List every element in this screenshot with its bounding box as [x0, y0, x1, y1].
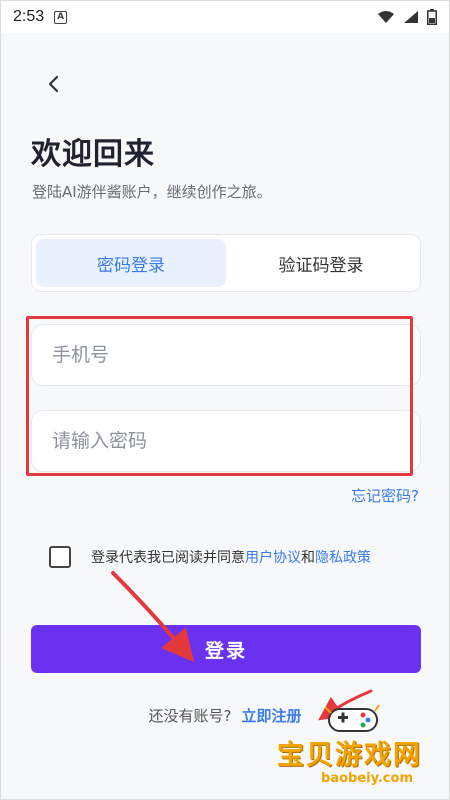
notification-icon: A	[54, 10, 68, 24]
register-link[interactable]: 立即注册	[241, 707, 301, 725]
login-tabs: 密码登录 验证码登录	[31, 234, 421, 292]
privacy-policy-link[interactable]: 隐私政策	[315, 550, 371, 566]
phone-screen: 2:53 A 欢迎回来 登陆AI游伴酱账户，继续创作之旅。 密码登录 验证码登录	[0, 0, 450, 800]
phone-field	[31, 324, 421, 386]
page-subtitle: 登陆AI游伴酱账户，继续创作之旅。	[32, 183, 272, 201]
login-button[interactable]: 登录	[31, 625, 421, 673]
agreement-text: 登录代表我已阅读并同意用户协议和隐私政策	[91, 547, 371, 567]
page-title: 欢迎回来	[31, 137, 155, 172]
password-input[interactable]	[52, 430, 400, 452]
status-bar: 2:53 A	[1, 1, 449, 33]
forgot-password-link[interactable]: 忘记密码?	[351, 485, 419, 506]
wifi-icon	[378, 11, 394, 23]
agreement-checkbox[interactable]	[49, 546, 71, 568]
agreement-prefix: 登录代表我已阅读并同意	[91, 550, 245, 566]
agreement-and: 和	[301, 550, 315, 566]
register-row: 还没有账号? 立即注册	[1, 705, 449, 726]
status-time: 2:53	[13, 8, 45, 25]
agreement-row: 登录代表我已阅读并同意用户协议和隐私政策	[49, 546, 371, 568]
user-agreement-link[interactable]: 用户协议	[245, 550, 301, 566]
tab-code-login[interactable]: 验证码登录	[226, 239, 416, 287]
status-icons	[377, 9, 437, 25]
back-button[interactable]	[39, 69, 69, 99]
phone-input[interactable]	[52, 344, 400, 366]
annotation-arrows	[111, 571, 373, 721]
tab-password-login[interactable]: 密码登录	[36, 239, 226, 287]
register-prompt: 还没有账号?	[148, 707, 232, 725]
battery-icon	[427, 9, 437, 25]
watermark-text: 宝贝游戏网	[277, 740, 422, 771]
signal-icon	[404, 11, 418, 23]
watermark-url: baobeiy.com	[321, 771, 413, 786]
password-field	[31, 410, 421, 472]
chevron-left-icon	[48, 75, 59, 93]
